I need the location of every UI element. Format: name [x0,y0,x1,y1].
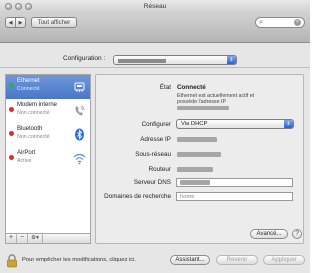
revert-button[interactable]: Revenir [216,255,258,265]
action-menu-button[interactable]: ⚙▾ [28,234,43,243]
ethernet-icon [74,82,85,92]
wifi-icon [73,153,86,165]
router-value-redacted [177,167,213,172]
service-list-toolbar: + − ⚙▾ [5,234,91,244]
state-description-line2: possède l'adresse IP [177,99,227,105]
dns-server-redacted [180,180,210,185]
service-status: Connecté [17,86,40,92]
configuration-popup[interactable]: ⇕ [113,55,237,65]
service-item-ethernet[interactable]: Ethernet Connecté [6,75,90,99]
service-status: Non connecté [17,110,50,116]
status-dot [9,155,14,160]
state-label: État [159,84,171,91]
search-domains-field[interactable]: home [176,192,293,201]
service-status: Non connecté [17,134,50,140]
ip-address-redacted [177,106,229,110]
title-bar: Réseau [0,0,310,13]
configure-label: Configurer [141,121,171,128]
service-name: Ethernet [17,78,40,84]
status-dot [9,131,14,136]
advanced-button[interactable]: Avancé... [250,229,288,239]
search-domains-placeholder: home [180,194,195,200]
dns-server-label: Serveur DNS [133,179,171,186]
configuration-label: Configuration : [63,55,106,62]
forward-button[interactable]: ▶ [15,17,26,28]
popup-arrows-icon: ⇕ [284,120,293,128]
configure-popup[interactable]: Via DHCP ⇕ [176,119,294,129]
lock-message: Pour empêcher les modifications, cliquez… [22,257,137,263]
network-preferences-window: Réseau ◀ ▶ Tout afficher ⌕ × Configurati… [0,0,310,273]
ip-address-label: Adresse IP [140,136,171,143]
configuration-redacted-value [118,59,166,63]
lock-icon[interactable] [6,254,18,268]
search-icon: ⌕ [259,19,263,26]
back-icon: ◀ [8,19,13,26]
toolbar: ◀ ▶ Tout afficher ⌕ × [0,13,310,43]
service-status: Active [17,158,32,164]
subnet-value-redacted [177,152,221,157]
state-value: Connecté [177,84,206,91]
phone-icon [75,105,85,116]
clear-search-icon[interactable]: × [294,19,301,26]
service-item-bluetooth[interactable]: Bluetooth Non connecté [6,123,90,147]
divider [0,67,310,68]
popup-arrows-icon: ⇕ [227,56,236,64]
show-all-button[interactable]: Tout afficher [31,17,77,28]
dns-server-field[interactable] [176,178,293,187]
ip-address-value-redacted [177,137,217,142]
router-label: Routeur [148,166,171,173]
assistant-button[interactable]: Assistant... [170,255,210,265]
apply-button[interactable]: Appliquer [263,255,305,265]
window-title: Réseau [143,3,167,10]
subnet-label: Sous-réseau [135,151,171,158]
service-list: Ethernet Connecté Modem interne Non conn… [5,74,91,234]
status-dot [9,107,14,112]
service-name: Bluetooth [17,126,43,132]
bluetooth-icon [75,128,84,141]
service-item-airport[interactable]: AirPort Active [6,147,90,171]
service-name: AirPort [17,150,36,156]
add-service-button[interactable]: + [6,234,17,243]
search-input[interactable]: ⌕ × [255,17,305,28]
help-button[interactable]: ? [292,229,302,239]
configure-value: Via DHCP [181,121,208,127]
forward-icon: ▶ [18,19,23,26]
remove-service-button[interactable]: − [17,234,28,243]
service-name: Modem interne [17,102,58,108]
service-item-internal-modem[interactable]: Modem interne Non connecté [6,99,90,123]
status-dot [9,83,14,88]
search-domains-label: Domaines de recherche [104,193,171,200]
